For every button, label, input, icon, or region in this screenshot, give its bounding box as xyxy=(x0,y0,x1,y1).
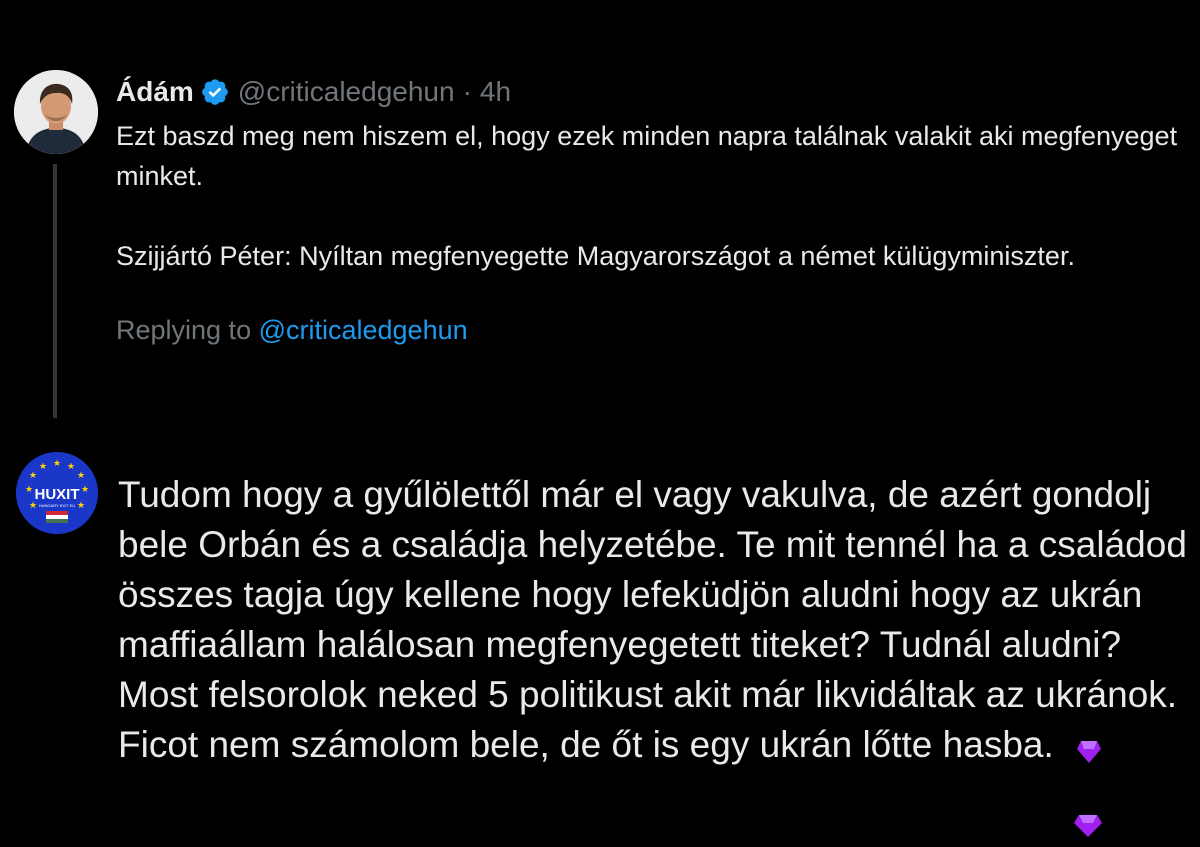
tweet-text: Ezt baszd meg nem hiszem el, hogy ezek m… xyxy=(116,116,1186,276)
thread-line xyxy=(53,164,57,418)
svg-text:★: ★ xyxy=(53,459,61,469)
svg-text:★: ★ xyxy=(77,471,85,481)
handle[interactable]: @criticaledgehun xyxy=(238,76,455,108)
display-name[interactable]: Ádám xyxy=(116,76,194,108)
quoted-tweet[interactable]: Ádám @criticaledgehun · 4h Ezt baszd meg… xyxy=(116,72,1186,350)
replying-to-label: Replying to xyxy=(116,315,259,345)
reply-tweet[interactable]: Tudom hogy a gyűlölettől már el vagy vak… xyxy=(118,470,1190,770)
tweet-paragraph-2: Szijjártó Péter: Nyíltan megfenyegette M… xyxy=(116,241,1075,271)
timestamp[interactable]: 4h xyxy=(480,76,511,108)
huxit-logo-icon: ★ ★ ★ ★ ★ ★ ★ ★ ★ HUXIT HUNGARY EXIT EU xyxy=(16,452,98,534)
svg-text:★: ★ xyxy=(25,485,33,495)
tweet-header: Ádám @criticaledgehun · 4h xyxy=(116,72,1186,112)
huxit-logo-text: HUXIT xyxy=(35,486,80,503)
svg-text:★: ★ xyxy=(81,485,89,495)
svg-text:★: ★ xyxy=(67,462,75,472)
svg-text:★: ★ xyxy=(29,471,37,481)
purple-gem-icon xyxy=(1077,741,1101,763)
tweet-paragraph-1: Ezt baszd meg nem hiszem el, hogy ezek m… xyxy=(116,121,1178,191)
separator-dot: · xyxy=(462,76,472,107)
replying-to-handle-link[interactable]: @criticaledgehun xyxy=(259,315,468,345)
svg-text:★: ★ xyxy=(39,462,47,472)
reply-tweet-text: Tudom hogy a gyűlölettől már el vagy vak… xyxy=(118,474,1187,765)
purple-gem-icon xyxy=(1074,815,1102,837)
replying-to: Replying to @criticaledgehun xyxy=(116,310,1186,350)
verified-badge-icon xyxy=(201,79,228,105)
huxit-avatar[interactable]: ★ ★ ★ ★ ★ ★ ★ ★ ★ HUXIT HUNGARY EXIT EU xyxy=(16,452,98,534)
avatar[interactable] xyxy=(14,70,98,154)
avatar-portrait xyxy=(14,70,98,154)
huxit-logo-subtext: HUNGARY EXIT EU xyxy=(39,503,76,508)
